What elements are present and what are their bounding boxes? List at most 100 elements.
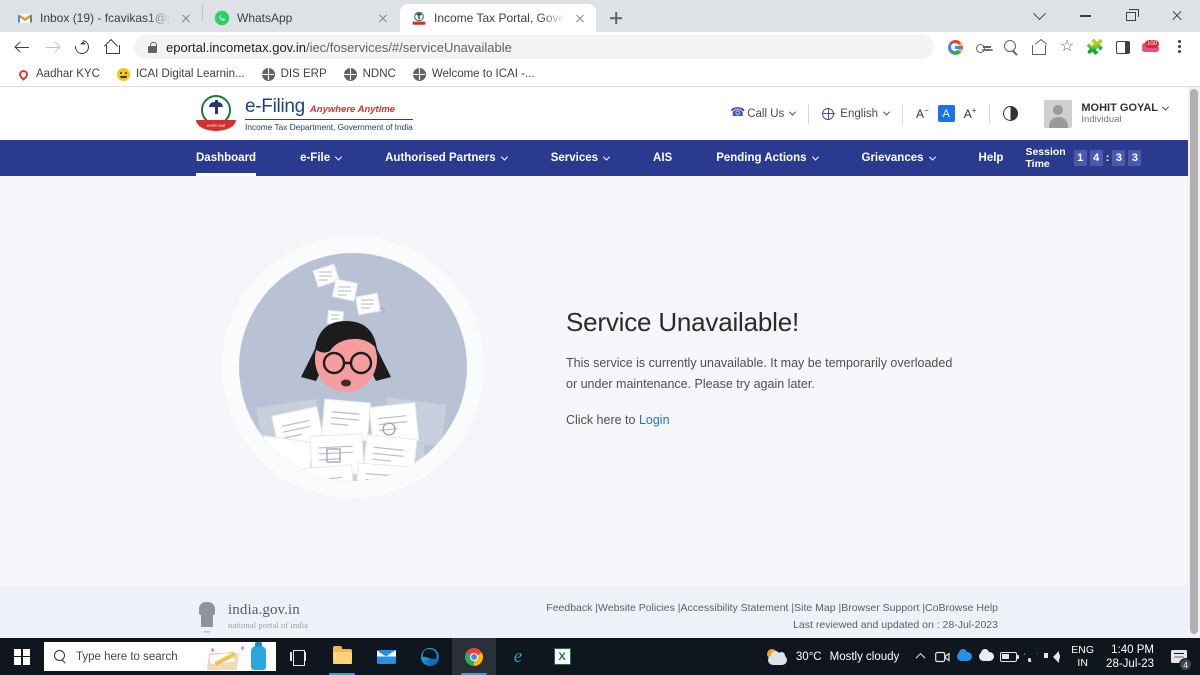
bookmark-icai-digital-learning[interactable]: ICAI Digital Learnin... xyxy=(110,65,252,84)
taskbar-internet-explorer[interactable] xyxy=(496,638,540,675)
nav-item-authorised-partners[interactable]: Authorised Partners xyxy=(363,140,529,176)
close-icon[interactable] xyxy=(178,10,194,26)
notification-center-button[interactable]: 4 xyxy=(1164,638,1194,675)
toolbar-icons: ☆ 🧩 xyxy=(942,34,1192,60)
login-prompt: Click here to Login xyxy=(566,413,966,427)
language-indicator[interactable]: ENG IN xyxy=(1063,644,1102,670)
chevron-down-icon xyxy=(1161,103,1170,111)
screen: Inbox (19) - fcavikas1@gmail.com WhatsAp… xyxy=(0,0,1200,675)
side-panel-icon[interactable] xyxy=(1110,34,1136,60)
globe-icon xyxy=(343,67,357,81)
bookmark-aadhar-kyc[interactable]: Aadhar KYC xyxy=(10,65,107,84)
password-key-icon[interactable] xyxy=(970,34,996,60)
home-button[interactable] xyxy=(98,33,126,61)
nav-item-pending-actions[interactable]: Pending Actions xyxy=(694,140,839,176)
extensions-puzzle-icon[interactable]: 🧩 xyxy=(1082,34,1108,60)
language-selector[interactable]: English xyxy=(809,107,902,120)
start-button[interactable] xyxy=(0,638,44,675)
back-button[interactable] xyxy=(8,33,36,61)
login-link[interactable]: Login xyxy=(639,413,670,427)
gmail-icon xyxy=(17,10,33,26)
browser-tab-income-tax[interactable]: Income Tax Portal, Government o xyxy=(400,4,596,32)
bookmark-welcome-to-icai[interactable]: Welcome to ICAI -... xyxy=(406,65,542,84)
call-us-label: Call Us xyxy=(747,107,785,120)
taskbar-excel[interactable] xyxy=(540,638,584,675)
footer-links[interactable]: Feedback |Website Policies |Accessibilit… xyxy=(464,602,998,614)
nav-label: Pending Actions xyxy=(716,152,807,164)
font-increase-button[interactable]: A+ xyxy=(964,106,977,121)
chrome-menu-icon[interactable] xyxy=(1166,34,1192,60)
reload-button[interactable] xyxy=(68,33,96,61)
taskbar-file-explorer[interactable] xyxy=(320,638,364,675)
search-placeholder: Type here to search xyxy=(76,650,178,663)
india-gov-logo[interactable]: भारत india.gov.in national portal of ind… xyxy=(0,602,308,638)
close-icon[interactable] xyxy=(375,10,391,26)
site-footer: भारत india.gov.in national portal of ind… xyxy=(0,586,1188,638)
close-window-button[interactable] xyxy=(1154,0,1200,32)
nav-item-ais[interactable]: AIS xyxy=(631,140,694,176)
show-hidden-icons-button[interactable] xyxy=(909,638,931,675)
nav-item-efile[interactable]: e-File xyxy=(278,140,363,176)
lang-line-2: IN xyxy=(1077,656,1088,669)
taskbar-chrome[interactable] xyxy=(452,638,496,675)
taskbar-edge[interactable] xyxy=(408,638,452,675)
volume-icon[interactable] xyxy=(1041,638,1063,675)
share-icon[interactable] xyxy=(1026,34,1052,60)
user-name: MOHIT GOYAL xyxy=(1081,102,1158,114)
forward-button[interactable] xyxy=(38,33,66,61)
tray-meet-icon[interactable] xyxy=(931,638,953,675)
nav-label: Help xyxy=(978,152,1004,164)
font-normal-button[interactable]: A xyxy=(937,105,955,122)
icai-icon xyxy=(116,67,130,81)
bookmark-star-icon[interactable]: ☆ xyxy=(1054,34,1080,60)
nav-label: AIS xyxy=(653,152,673,164)
bookmark-label: Aadhar KYC xyxy=(36,68,100,80)
search-icon[interactable] xyxy=(998,34,1024,60)
nav-item-help[interactable]: Help xyxy=(957,140,1026,176)
bookmark-ndnc[interactable]: NDNC xyxy=(337,65,403,84)
tab-title: Inbox (19) - fcavikas1@gmail.com xyxy=(40,11,171,25)
close-icon[interactable] xyxy=(572,10,588,26)
main-content: ? ? xyxy=(0,176,1188,586)
weather-desc: Mostly cloudy xyxy=(829,650,900,663)
browser-tab-whatsapp[interactable]: WhatsApp xyxy=(203,4,399,32)
wifi-icon[interactable] xyxy=(1019,638,1041,675)
google-lens-icon[interactable] xyxy=(942,34,968,60)
session-digits: 1 4 : 3 3 xyxy=(1073,150,1142,166)
brand-tagline: Anywhere Anytime xyxy=(309,104,396,116)
scrollbar-thumb[interactable] xyxy=(1190,89,1198,634)
battery-icon[interactable] xyxy=(997,638,1020,675)
browser-tab-gmail[interactable]: Inbox (19) - fcavikas1@gmail.com xyxy=(6,4,202,32)
maximize-button[interactable] xyxy=(1108,0,1154,32)
bookmark-dis-erp[interactable]: DIS ERP xyxy=(255,65,334,84)
efiling-logo[interactable]: सत्यमेव जयते e-Filing Anywhere Anytime I… xyxy=(196,94,413,133)
chevron-down-icon[interactable] xyxy=(1016,0,1062,32)
cloud-sync-icon[interactable] xyxy=(975,638,997,675)
font-decrease-button[interactable]: A− xyxy=(916,106,929,121)
nav-item-services[interactable]: Services xyxy=(529,140,631,176)
page-content: सत्यमेव जयते e-Filing Anywhere Anytime I… xyxy=(0,87,1188,638)
weather-widget[interactable]: 30°C Mostly cloudy xyxy=(756,648,909,665)
nav-item-grievances[interactable]: Grievances xyxy=(840,140,957,176)
nav-item-dashboard[interactable]: Dashboard xyxy=(196,140,278,176)
service-unavailable-illustration: ? ? xyxy=(222,236,484,498)
contrast-toggle[interactable] xyxy=(990,106,1031,121)
extension-badge-icon[interactable] xyxy=(1138,34,1164,60)
task-view-button[interactable] xyxy=(276,638,320,675)
taskbar-apps xyxy=(276,638,584,675)
taskbar-mail[interactable] xyxy=(364,638,408,675)
address-bar[interactable]: eportal.incometax.gov.in/iec/foservices/… xyxy=(134,35,934,59)
new-tab-button[interactable] xyxy=(602,4,630,32)
user-menu[interactable]: MOHIT GOYAL Individual xyxy=(1031,99,1170,128)
brand-title: e-Filing xyxy=(245,96,305,118)
page-scrollbar[interactable] xyxy=(1188,87,1200,638)
call-us-button[interactable]: Call Us xyxy=(717,105,808,120)
minimize-button[interactable] xyxy=(1062,0,1108,32)
clock[interactable]: 1:40 PM 28-Jul-23 xyxy=(1102,643,1164,671)
language-label: English xyxy=(840,107,879,120)
person-buried-in-paperwork-icon: ? ? xyxy=(256,263,447,481)
onedrive-icon[interactable] xyxy=(953,638,975,675)
session-digit: 4 xyxy=(1089,150,1103,166)
taskbar-search[interactable]: Type here to search ✦ ✦ xyxy=(44,642,276,671)
brand-text: e-Filing Anywhere Anytime Income Tax Dep… xyxy=(245,95,413,132)
